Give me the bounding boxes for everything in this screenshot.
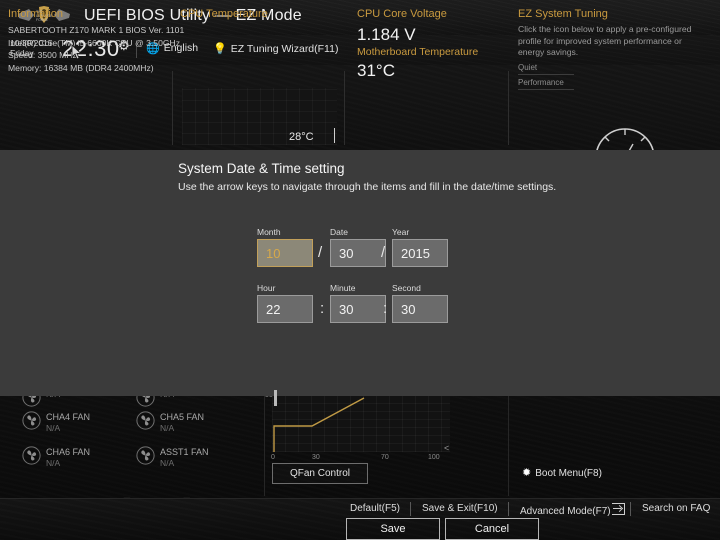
asterisk-icon: ✹ [522, 467, 532, 479]
minute-field-label: Minute [330, 283, 356, 293]
fan-value: N/A [160, 423, 175, 433]
fan-icon [22, 411, 41, 430]
footer-advanced-mode-button[interactable]: Advanced Mode(F7) [520, 503, 625, 517]
fan-icon [136, 446, 155, 465]
information-panel: Information SABERTOOTH Z170 MARK 1 BIOS … [8, 0, 185, 85]
fan-label: ASST1 FAN [160, 447, 209, 457]
hour-input[interactable]: 22 [257, 295, 313, 323]
fan-value: N/A [46, 423, 61, 433]
motherboard-temperature-value: 31°C [357, 61, 395, 80]
fan-icon [22, 446, 41, 465]
footer-default-button[interactable]: Default(F5) [350, 503, 400, 514]
date-input[interactable]: 30 [330, 239, 386, 267]
dialog-title: System Date & Time setting [178, 161, 345, 176]
time-separator-1: : [320, 300, 325, 317]
ez-system-tuning-description: Click the icon below to apply a pre-conf… [518, 24, 692, 57]
fan-section-divider [264, 392, 265, 496]
cancel-button[interactable]: Cancel [445, 518, 539, 540]
system-date-time-dialog: System Date & Time setting Use the arrow… [0, 150, 720, 540]
cpu-core-voltage-value: 1.184 V [357, 25, 416, 44]
panel-divider-1 [172, 71, 173, 145]
qfan-x-tick: 100 [428, 454, 440, 461]
year-field-label: Year [392, 227, 410, 237]
dialog-description: Use the arrow keys to navigate through t… [178, 181, 557, 193]
month-field-label: Month [257, 227, 281, 237]
month-input[interactable]: 10 [257, 239, 313, 267]
information-line: Memory: 16384 MB (DDR4 2400MHz) [8, 62, 154, 73]
cpu-temperature-panel: CPU Temperature [180, 0, 340, 85]
fan-label: CHA4 FAN [46, 412, 91, 422]
fan-value: N/A [160, 458, 175, 468]
qfan-curve-chart[interactable] [272, 396, 450, 452]
footer-advanced-mode-label: Advanced Mode(F7) [520, 506, 611, 517]
ez-system-tuning-panel[interactable]: EZ System Tuning Click the icon below to… [518, 0, 708, 90]
footer-search-faq-button[interactable]: Search on FAQ [642, 503, 710, 514]
fan-label: CHA6 FAN [46, 447, 91, 457]
qfan-x-tick: 0 [271, 454, 275, 461]
panel-divider-2 [344, 71, 345, 145]
footer-divider-2 [508, 502, 509, 516]
exit-arrow-icon [611, 503, 625, 515]
ez-system-tuning-title: EZ System Tuning [518, 8, 608, 20]
year-input[interactable]: 2015 [392, 239, 448, 267]
boot-menu-label: Boot Menu(F8) [535, 468, 602, 479]
ez-mode-performance-label[interactable]: Performance [518, 77, 708, 88]
qfan-arrow-icon: < [444, 443, 450, 453]
motherboard-temperature-title: Motherboard Temperature [357, 46, 479, 58]
bios-screen: THE ULTIMATE FORCE UEFI BIOS Utility — E… [0, 0, 720, 540]
ez-mode-quiet-label[interactable]: Quiet [518, 62, 708, 73]
minute-input[interactable]: 30 [330, 295, 386, 323]
cpu-core-voltage-title: CPU Core Voltage [357, 8, 447, 20]
information-line: Intel(R) Core(TM) i5-6600K CPU @ 3.50GHz [8, 37, 181, 48]
save-button[interactable]: Save [346, 518, 440, 540]
panel-divider-3 [508, 71, 509, 145]
mouse-cursor [71, 43, 83, 61]
ez-mode-rule [518, 73, 574, 75]
qfan-x-tick: 30 [312, 454, 320, 461]
footer-save-exit-button[interactable]: Save & Exit(F10) [422, 503, 498, 514]
boot-menu-button[interactable]: ✹ Boot Menu(F8) [522, 466, 602, 479]
scrollbar-thumb[interactable] [274, 390, 277, 406]
cpu-temperature-value: 28°C [289, 131, 314, 143]
hour-field-label: Hour [257, 283, 276, 293]
boot-section-divider [508, 392, 509, 496]
qfan-control-label: QFan Control [289, 468, 351, 479]
ez-mode-rule [518, 88, 574, 90]
time-separator-2: : [383, 300, 388, 317]
cpu-temperature-title: CPU Temperature [180, 8, 268, 20]
footer-divider-3 [630, 502, 631, 516]
information-title: Information [8, 8, 64, 20]
second-field-label: Second [392, 283, 421, 293]
date-separator-2: / [381, 244, 386, 261]
fan-value: N/A [46, 458, 61, 468]
footer-divider-1 [410, 502, 411, 516]
qfan-x-tick: 70 [381, 454, 389, 461]
fan-icon [136, 411, 155, 430]
cpu-temp-marker [334, 128, 335, 143]
qfan-control-button[interactable]: QFan Control [272, 463, 368, 484]
fan-label: CHA5 FAN [160, 412, 205, 422]
date-field-label: Date [330, 227, 348, 237]
information-line: Speed: 3500 MHz [8, 50, 77, 60]
date-separator-1: / [318, 244, 323, 261]
second-input[interactable]: 30 [392, 295, 448, 323]
save-button-label: Save [380, 523, 406, 535]
information-line: SABERTOOTH Z170 MARK 1 BIOS Ver. 1101 [8, 25, 185, 35]
cancel-button-label: Cancel [474, 523, 510, 535]
cpu-voltage-panel: CPU Core Voltage 1.184 V Motherboard Tem… [357, 0, 507, 85]
